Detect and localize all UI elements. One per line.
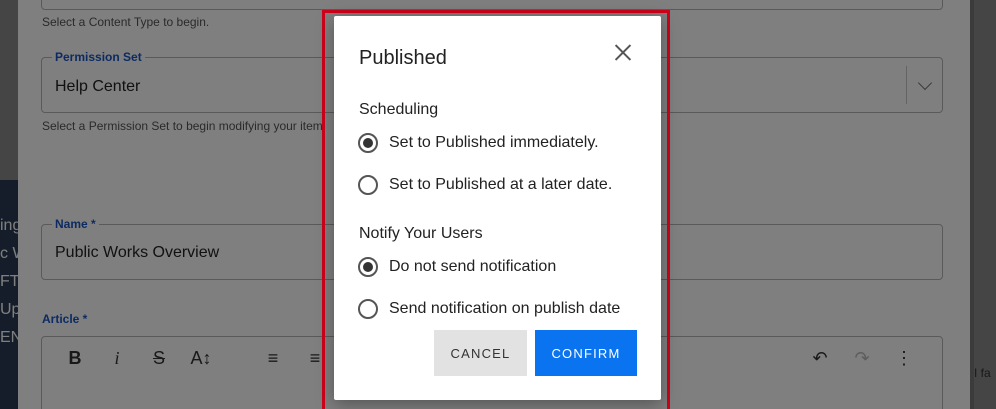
radio-unchecked-icon[interactable] [358, 175, 378, 195]
publish-dialog: Published Scheduling Set to Published im… [334, 16, 661, 400]
radio-unchecked-icon[interactable] [358, 299, 378, 319]
scheduling-label: Scheduling [359, 101, 439, 118]
radio-label: Do not send notification [389, 258, 557, 275]
radio-checked-icon[interactable] [358, 133, 378, 153]
radio-label: Send notification on publish date [389, 300, 621, 317]
radio-label: Set to Published at a later date. [389, 176, 613, 193]
cancel-button[interactable]: CANCEL [434, 330, 527, 376]
radio-notify-on-publish[interactable]: Send notification on publish date [358, 297, 620, 321]
radio-publish-later[interactable]: Set to Published at a later date. [358, 173, 612, 197]
close-icon[interactable] [612, 42, 634, 64]
radio-no-notification[interactable]: Do not send notification [358, 255, 556, 279]
radio-label: Set to Published immediately. [389, 134, 599, 151]
radio-publish-immediately[interactable]: Set to Published immediately. [358, 131, 599, 155]
confirm-button[interactable]: CONFIRM [535, 330, 637, 376]
notify-label: Notify Your Users [359, 225, 483, 242]
dialog-title: Published [359, 47, 447, 69]
radio-checked-icon[interactable] [358, 257, 378, 277]
